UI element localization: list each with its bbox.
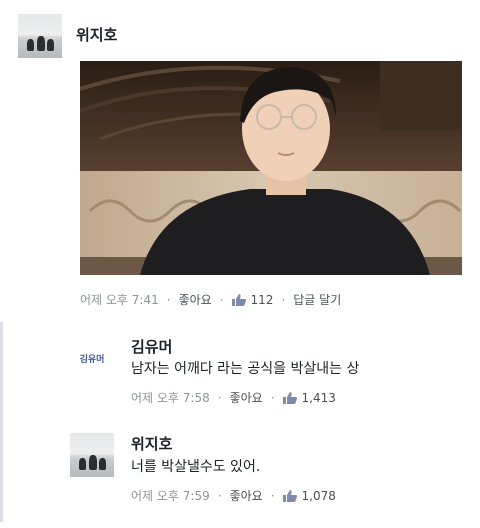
thumbs-up-icon	[282, 391, 297, 404]
reply-thread-indicator	[0, 322, 3, 522]
post-author-name[interactable]: 위지호	[76, 24, 117, 45]
reply-meta: 어제 오후 7:58 · 좋아요 · 1,413	[131, 389, 336, 406]
video-frame-image	[80, 61, 462, 275]
separator-dot: ·	[281, 292, 286, 307]
avatar-logo-text: 김유머	[79, 354, 105, 365]
video-thumbnail[interactable]	[80, 61, 462, 275]
reply-author-name[interactable]: 위지호	[131, 433, 172, 454]
separator-dot: ·	[217, 488, 222, 503]
thumbs-up-icon	[231, 293, 246, 306]
like-count[interactable]: 112	[251, 293, 274, 307]
reply-timestamp[interactable]: 어제 오후 7:59	[131, 487, 210, 504]
reply-button[interactable]: 답글 달기	[293, 291, 341, 308]
post-meta: 어제 오후 7:41 · 좋아요 · 112 · 답글 달기	[80, 291, 341, 308]
reply-timestamp[interactable]: 어제 오후 7:58	[131, 389, 210, 406]
like-button[interactable]: 좋아요	[230, 487, 263, 504]
reply-author-name[interactable]: 김유머	[131, 336, 172, 357]
like-count[interactable]: 1,078	[302, 489, 336, 503]
reply-author-avatar[interactable]: 김유머	[70, 336, 114, 380]
reply-text: 남자는 어깨다 라는 공식을 박살내는 상	[131, 361, 360, 377]
reply-text: 너를 박살낼수도 있어.	[131, 459, 261, 475]
separator-dot: ·	[219, 292, 224, 307]
separator-dot: ·	[166, 292, 171, 307]
like-button[interactable]: 좋아요	[230, 389, 263, 406]
reply-meta: 어제 오후 7:59 · 좋아요 · 1,078	[131, 487, 336, 504]
post-author-avatar[interactable]	[18, 14, 62, 58]
like-button[interactable]: 좋아요	[179, 291, 212, 308]
separator-dot: ·	[270, 390, 275, 405]
thumbs-up-icon	[282, 489, 297, 502]
like-count[interactable]: 1,413	[302, 391, 336, 405]
separator-dot: ·	[217, 390, 222, 405]
post-timestamp[interactable]: 어제 오후 7:41	[80, 291, 159, 308]
reply-author-avatar[interactable]	[70, 433, 114, 477]
separator-dot: ·	[270, 488, 275, 503]
